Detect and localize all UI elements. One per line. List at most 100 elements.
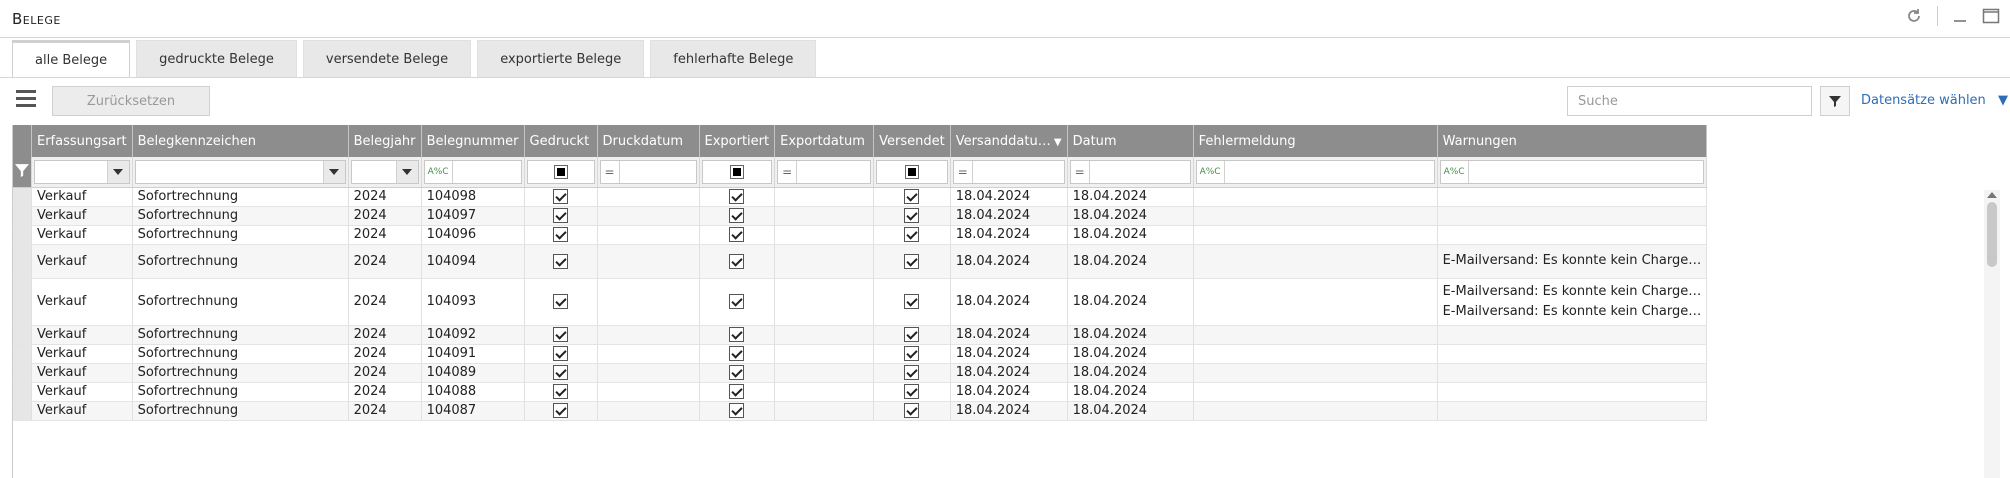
filter-text-input[interactable]: A%C (1439, 159, 1705, 184)
filter-date-input[interactable]: = (1069, 159, 1191, 184)
tab-3[interactable]: exportierte Belege (477, 40, 645, 78)
checked-checkbox-icon[interactable] (904, 384, 920, 399)
checked-checkbox-icon[interactable] (553, 253, 568, 269)
table-row[interactable]: Verkauf Sofortrechnung 2024 104097 18.04.202… (13, 206, 1718, 226)
checked-checkbox-icon[interactable] (553, 365, 568, 380)
dropdown-arrow-icon[interactable] (106, 160, 129, 183)
checked-checkbox-icon[interactable] (904, 327, 920, 342)
scroll-up-icon[interactable] (1987, 192, 1997, 198)
equals-operator-icon[interactable]: = (778, 160, 798, 183)
table-row[interactable]: Verkauf Sofortrechnung 2024 104092 18.04.202… (13, 325, 1718, 345)
row-indicator[interactable] (13, 382, 32, 402)
column-header[interactable]: Exportiert (699, 125, 776, 157)
filter-text-input[interactable]: A%C (1195, 159, 1435, 184)
table-row[interactable]: Verkauf Sofortrechnung 2024 104098 18.04.202… (13, 187, 1718, 207)
vertical-scrollbar[interactable] (1984, 190, 2000, 478)
tab-2[interactable]: versendete Belege (302, 40, 472, 78)
table-row[interactable]: Verkauf Sofortrechnung 2024 104094 18.04.202… (13, 244, 1718, 279)
checked-checkbox-icon[interactable] (729, 189, 745, 204)
dropdown-arrow-icon[interactable] (322, 160, 345, 183)
checked-checkbox-icon[interactable] (553, 403, 568, 418)
filter-dropdown[interactable] (350, 159, 419, 184)
tab-4[interactable]: fehlerhafte Belege (650, 40, 817, 78)
checked-checkbox-icon[interactable] (553, 208, 568, 223)
checked-checkbox-icon[interactable] (904, 208, 920, 223)
checked-checkbox-icon[interactable] (729, 227, 745, 242)
scrollbar-thumb[interactable] (1987, 202, 1997, 267)
hamburger-menu-icon[interactable] (16, 90, 36, 110)
checked-checkbox-icon[interactable] (553, 227, 568, 242)
reset-button[interactable]: Zurücksetzen (52, 86, 210, 116)
row-indicator[interactable] (13, 325, 32, 345)
checked-checkbox-icon[interactable] (729, 253, 745, 269)
column-header[interactable]: Fehlermeldung (1193, 125, 1438, 157)
checked-checkbox-icon[interactable] (904, 189, 920, 204)
filter-text-input[interactable]: A%C (423, 159, 522, 184)
checked-checkbox-icon[interactable] (729, 403, 745, 418)
column-header[interactable]: Belegjahr (348, 125, 422, 157)
checked-checkbox-icon[interactable] (904, 346, 920, 361)
filter-operator-icon[interactable]: A%C (425, 160, 453, 183)
maximize-icon[interactable] (1982, 8, 2000, 24)
column-header[interactable]: Gedruckt (524, 125, 598, 157)
column-header[interactable]: Datum (1067, 125, 1194, 157)
checked-checkbox-icon[interactable] (553, 294, 568, 309)
indeterminate-checkbox-icon[interactable] (553, 164, 568, 179)
table-row[interactable]: Verkauf Sofortrechnung 2024 104089 18.04.202… (13, 363, 1718, 383)
column-header[interactable]: Druckdatum (597, 125, 700, 157)
table-row[interactable]: Verkauf Sofortrechnung 2024 104088 18.04.202… (13, 382, 1718, 402)
select-datasets-link[interactable]: Datensätze wählen ▼ (1861, 93, 2008, 108)
tab-0[interactable]: alle Belege (12, 40, 131, 78)
column-header[interactable]: Versanddatu… ▼ (950, 125, 1068, 157)
search-input[interactable] (1567, 86, 1812, 116)
checked-checkbox-icon[interactable] (904, 403, 920, 418)
table-row[interactable]: Verkauf Sofortrechnung 2024 104091 18.04.202… (13, 344, 1718, 364)
dropdown-arrow-icon[interactable] (395, 160, 418, 183)
equals-operator-icon[interactable]: = (1071, 160, 1090, 183)
equals-operator-icon[interactable]: = (954, 160, 973, 183)
row-indicator[interactable] (13, 401, 32, 421)
filter-operator-icon[interactable]: A%C (1197, 160, 1225, 183)
filter-date-input[interactable]: = (777, 159, 872, 184)
filter-checkbox[interactable] (701, 159, 773, 184)
table-row[interactable]: Verkauf Sofortrechnung 2024 104087 18.04.202… (13, 401, 1718, 421)
filter-checkbox[interactable] (876, 159, 948, 184)
checked-checkbox-icon[interactable] (729, 365, 745, 380)
equals-operator-icon[interactable]: = (601, 160, 620, 183)
checked-checkbox-icon[interactable] (553, 346, 568, 361)
column-header[interactable]: Belegkennzeichen (132, 125, 349, 157)
filter-date-input[interactable]: = (952, 159, 1065, 184)
column-header[interactable]: Erfassungsart (31, 125, 133, 157)
checked-checkbox-icon[interactable] (729, 327, 745, 342)
row-indicator[interactable] (13, 363, 32, 383)
checked-checkbox-icon[interactable] (904, 253, 920, 269)
checked-checkbox-icon[interactable] (904, 365, 920, 380)
row-indicator[interactable] (13, 244, 32, 279)
column-header[interactable]: Warnungen (1437, 125, 1708, 157)
filter-dropdown[interactable] (34, 159, 130, 184)
search-filter-dropdown[interactable] (1820, 86, 1850, 116)
row-indicator[interactable] (13, 206, 32, 226)
filter-date-input[interactable]: = (599, 159, 697, 184)
checked-checkbox-icon[interactable] (553, 384, 568, 399)
table-row[interactable]: Verkauf Sofortrechnung 2024 104093 18.04.202… (13, 278, 1718, 326)
indeterminate-checkbox-icon[interactable] (729, 164, 744, 179)
filter-operator-icon[interactable]: A%C (1441, 160, 1469, 183)
checked-checkbox-icon[interactable] (729, 346, 745, 361)
row-indicator[interactable] (13, 187, 32, 207)
checked-checkbox-icon[interactable] (553, 189, 568, 204)
indeterminate-checkbox-icon[interactable] (904, 164, 919, 179)
column-header[interactable]: Exportdatum (774, 125, 875, 157)
row-indicator[interactable] (13, 278, 32, 326)
tab-1[interactable]: gedruckte Belege (136, 40, 297, 78)
refresh-icon[interactable] (1905, 7, 1923, 25)
checked-checkbox-icon[interactable] (729, 208, 745, 223)
checked-checkbox-icon[interactable] (729, 294, 745, 309)
column-header[interactable]: Belegnummer (421, 125, 525, 157)
checked-checkbox-icon[interactable] (904, 294, 920, 309)
filter-dropdown[interactable] (134, 159, 346, 184)
filter-checkbox[interactable] (526, 159, 595, 184)
column-header[interactable]: Versendet (873, 125, 951, 157)
table-row[interactable]: Verkauf Sofortrechnung 2024 104096 18.04.202… (13, 225, 1718, 245)
minimize-icon[interactable] (1952, 8, 1968, 24)
